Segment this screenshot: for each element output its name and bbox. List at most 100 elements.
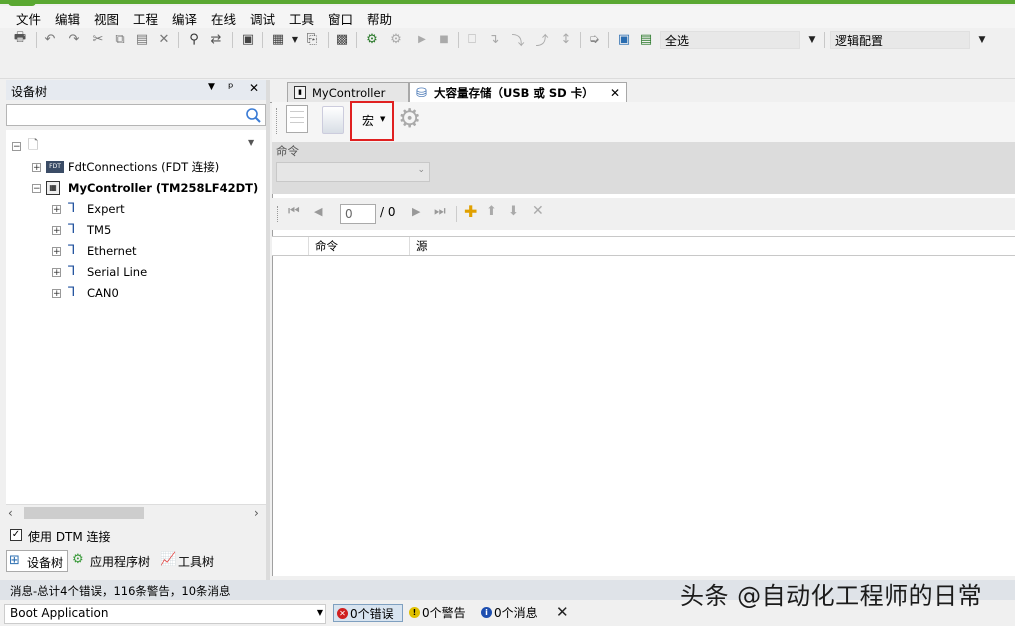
- menu-build[interactable]: 编译: [172, 9, 197, 28]
- device-tree-search-input[interactable]: [6, 104, 266, 126]
- menu-debug[interactable]: 调试: [250, 9, 275, 28]
- config-combo[interactable]: 逻辑配置: [830, 31, 970, 49]
- toolbar-grip: [276, 108, 278, 134]
- collapse-icon[interactable]: −: [32, 184, 41, 194]
- cursor-icon[interactable]: ↕: [558, 31, 574, 47]
- delete-icon[interactable]: ✕: [532, 203, 544, 219]
- menu-tools[interactable]: 工具: [289, 9, 314, 28]
- settings-gear-icon[interactable]: ⚙: [398, 104, 421, 134]
- paste-icon[interactable]: ▤: [134, 31, 150, 47]
- delete-icon[interactable]: ✕: [156, 31, 172, 47]
- close-icon[interactable]: ✕: [610, 83, 620, 103]
- scroll-right-icon[interactable]: ›: [254, 506, 259, 520]
- login-icon[interactable]: ⚙: [364, 31, 380, 47]
- step-over-icon[interactable]: ↴: [486, 31, 502, 47]
- run-icon[interactable]: ▶: [414, 31, 430, 47]
- open-file-icon[interactable]: [322, 106, 344, 134]
- menu-file[interactable]: 文件: [16, 9, 41, 28]
- messages-filter-button[interactable]: i 0个消息: [478, 604, 548, 622]
- copy-icon[interactable]: ⧉: [112, 31, 128, 47]
- stop-icon[interactable]: ■: [436, 31, 452, 47]
- chevron-down-icon[interactable]: ▼: [974, 31, 990, 49]
- grid-icon[interactable]: ▦: [270, 31, 286, 47]
- device-tree-icon: ⊞: [9, 553, 20, 568]
- chevron-down-icon[interactable]: ▼: [208, 82, 215, 92]
- expand-icon[interactable]: +: [52, 205, 61, 215]
- warnings-filter-button[interactable]: ! 0个警告: [406, 604, 476, 622]
- command-combo[interactable]: ⌄: [276, 162, 430, 182]
- chevron-down-icon[interactable]: ▼: [317, 608, 323, 617]
- messages-count: 0个消息: [494, 606, 538, 620]
- bus-icon: ⅂: [68, 285, 76, 300]
- chevron-down-icon[interactable]: ▼: [804, 31, 820, 49]
- toolbar-separator: [328, 32, 329, 48]
- last-page-icon[interactable]: ⏭: [434, 204, 446, 219]
- column-header-source[interactable]: 源: [409, 237, 1015, 255]
- breakpoint-icon[interactable]: ⎕: [464, 31, 480, 47]
- new-file-icon[interactable]: [286, 105, 308, 133]
- chevron-down-icon[interactable]: ▼: [287, 31, 303, 47]
- move-up-icon[interactable]: ⬆: [486, 204, 497, 219]
- tree-item-controller-label: MyController (TM258LF42DT): [68, 181, 259, 195]
- tree-item-label: Expert: [87, 202, 125, 216]
- menu-edit[interactable]: 编辑: [55, 9, 80, 28]
- collapse-icon[interactable]: −: [12, 142, 21, 152]
- print-icon[interactable]: 🖶: [12, 30, 28, 47]
- monitor-icon[interactable]: ▣: [616, 31, 632, 47]
- fdt-icon: FDT: [46, 161, 64, 173]
- add-icon[interactable]: ✚: [464, 202, 477, 221]
- scroll-left-icon[interactable]: ‹: [8, 506, 13, 520]
- record-navigation-bar: ⏮ ◀ / 0 ▶ ⏭ ✚ ⬆ ⬇ ✕: [272, 198, 1015, 230]
- build-icon[interactable]: ▩: [334, 31, 350, 47]
- select-all-combo[interactable]: 全选: [660, 31, 800, 49]
- macro-button[interactable]: 宏 ▼: [350, 101, 394, 141]
- undo-icon[interactable]: ↶: [42, 31, 58, 47]
- menu-window[interactable]: 窗口: [328, 9, 353, 28]
- prev-page-icon[interactable]: ◀: [314, 205, 322, 218]
- expand-icon[interactable]: +: [32, 163, 41, 173]
- step-into-icon[interactable]: ⤵: [510, 31, 526, 49]
- pin-icon[interactable]: ᵖ: [228, 81, 234, 96]
- replace-icon[interactable]: ⇄: [208, 31, 224, 47]
- expand-icon[interactable]: +: [52, 289, 61, 299]
- search-icon[interactable]: [245, 107, 261, 123]
- first-page-icon[interactable]: ⏮: [288, 204, 300, 219]
- redo-icon[interactable]: ↷: [66, 31, 82, 47]
- tab-mycontroller[interactable]: ▮ MyController: [287, 82, 409, 102]
- message-summary: 消息-总计4个错误，116条警告，10条消息: [10, 584, 231, 598]
- menu-online[interactable]: 在线: [211, 9, 236, 28]
- chevron-down-icon[interactable]: ⌄: [417, 165, 425, 175]
- expand-icon[interactable]: +: [52, 247, 61, 257]
- panel-splitter[interactable]: [266, 80, 270, 580]
- close-icon[interactable]: ✕: [249, 81, 259, 95]
- step-out-icon[interactable]: ⤴: [534, 31, 550, 49]
- arrow-right-icon[interactable]: ➭: [586, 31, 602, 47]
- menu-view[interactable]: 视图: [94, 9, 119, 28]
- toolbar-separator: [262, 32, 263, 48]
- tab-device-tree[interactable]: ⊞ 设备树: [6, 550, 68, 572]
- expand-icon[interactable]: +: [52, 226, 61, 236]
- menu-help[interactable]: 帮助: [367, 9, 392, 28]
- tab-mass-storage[interactable]: ⛁ 大容量存储（USB 或 SD 卡） ✕: [409, 82, 627, 102]
- find-icon[interactable]: ⚲: [186, 31, 202, 47]
- toolbar-separator: [456, 206, 457, 222]
- column-header-command[interactable]: 命令: [308, 237, 408, 255]
- cut-icon[interactable]: ✂: [90, 31, 106, 47]
- scrollbar-thumb[interactable]: [24, 507, 144, 519]
- device-icon[interactable]: ▤: [638, 31, 654, 47]
- window-icon[interactable]: ▣: [240, 31, 256, 47]
- tab-application-tree[interactable]: ⚙ 应用程序树: [70, 550, 156, 572]
- dtm-checkbox[interactable]: ✓: [10, 529, 22, 541]
- menu-project[interactable]: 工程: [133, 9, 158, 28]
- expand-icon[interactable]: +: [52, 268, 61, 278]
- chevron-down-icon[interactable]: ▼: [248, 138, 254, 147]
- tab-tools-tree[interactable]: 📈 工具树: [158, 550, 228, 572]
- page-number-input[interactable]: 0: [340, 204, 376, 224]
- application-combo[interactable]: Boot Application ▼: [4, 604, 326, 624]
- clear-messages-icon[interactable]: ✕: [556, 603, 569, 621]
- new-object-icon[interactable]: ⎘: [304, 31, 320, 47]
- next-page-icon[interactable]: ▶: [412, 205, 420, 218]
- logout-icon[interactable]: ⚙: [388, 31, 404, 47]
- move-down-icon[interactable]: ⬇: [508, 204, 519, 219]
- errors-filter-button[interactable]: ✕ 0个错误: [333, 604, 403, 622]
